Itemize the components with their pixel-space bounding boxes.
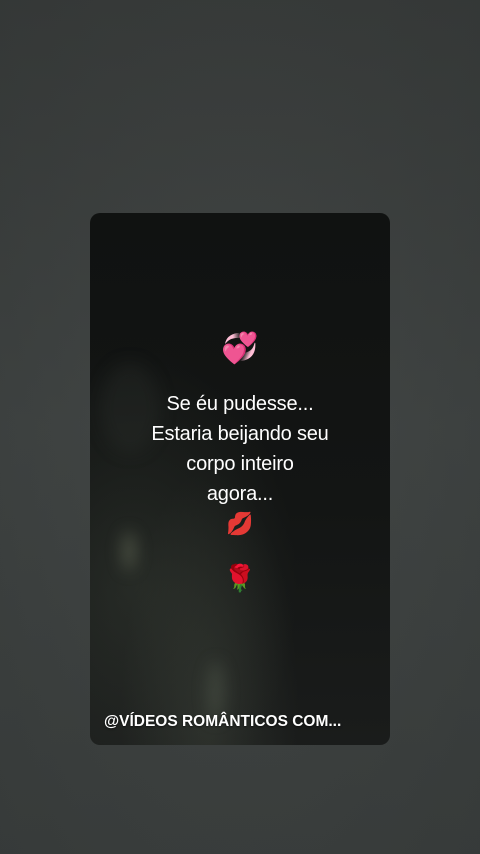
message-line: corpo inteiro: [186, 453, 294, 475]
rose-icon: 🌹: [223, 563, 257, 593]
watermark-text: @VÍDEOS ROMÂNTICOS COM...: [104, 713, 342, 730]
message-line: Se éu pudesse...: [166, 393, 314, 415]
message-content: 💞 Se éu pudesse... Estaria beijando seu …: [90, 331, 390, 595]
video-card[interactable]: 💞 Se éu pudesse... Estaria beijando seu …: [90, 213, 390, 745]
message-line: Estaria beijando seu: [151, 423, 329, 445]
kiss-mark-icon: 💋: [226, 511, 254, 536]
light-glow: [208, 661, 224, 721]
revolving-hearts-icon: 💞: [221, 332, 259, 365]
message-line: agora...: [206, 483, 274, 505]
